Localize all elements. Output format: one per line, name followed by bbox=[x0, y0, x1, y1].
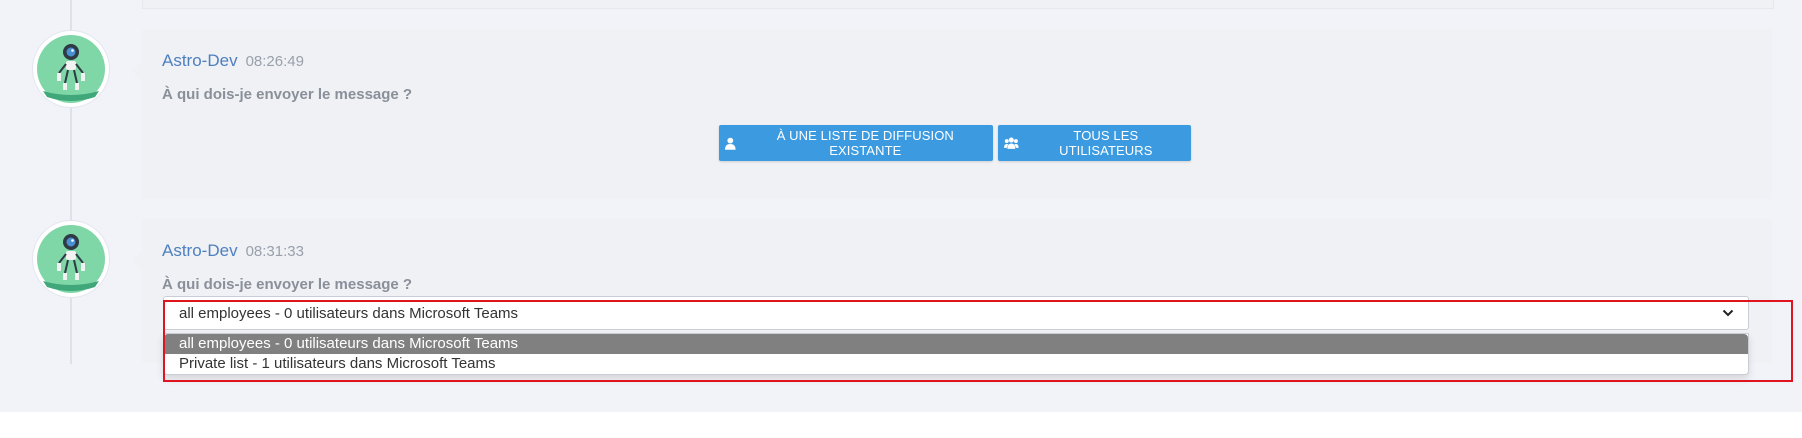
message-header: Astro-Dev 08:31:33 bbox=[162, 241, 304, 261]
message-time: 08:26:49 bbox=[245, 53, 304, 70]
previous-message-card bbox=[142, 0, 1774, 9]
message-header: Astro-Dev 08:26:49 bbox=[162, 51, 304, 71]
card-arrow bbox=[132, 61, 142, 81]
select-dropdown: all employees - 0 utilisateurs dans Micr… bbox=[163, 333, 1749, 375]
select-value: all employees - 0 utilisateurs dans Micr… bbox=[179, 305, 519, 322]
select-option[interactable]: Private list - 1 utilisateurs dans Micro… bbox=[164, 354, 1748, 374]
all-users-button[interactable]: TOUS LES UTILISATEURS bbox=[998, 125, 1191, 161]
existing-list-button[interactable]: À UNE LISTE DE DIFFUSION EXISTANTE bbox=[719, 125, 993, 161]
bot-message-card: Astro-Dev 08:26:49 À qui dois-je envoyer … bbox=[132, 29, 1772, 199]
chevron-down-icon bbox=[1722, 309, 1734, 317]
message-author: Astro-Dev bbox=[162, 241, 238, 260]
select-option[interactable]: all employees - 0 utilisateurs dans Micr… bbox=[164, 334, 1748, 354]
bot-avatar bbox=[33, 221, 109, 297]
card-arrow bbox=[132, 251, 142, 271]
users-icon bbox=[1004, 137, 1019, 149]
recipient-list-select[interactable]: all employees - 0 utilisateurs dans Micr… bbox=[163, 296, 1749, 330]
user-icon bbox=[725, 137, 736, 150]
message-text: À qui dois-je envoyer le message ? bbox=[162, 276, 413, 293]
message-author: Astro-Dev bbox=[162, 51, 238, 70]
robot-icon bbox=[37, 35, 105, 103]
bot-avatar bbox=[33, 31, 109, 107]
robot-icon bbox=[37, 225, 105, 293]
message-time: 08:31:33 bbox=[245, 243, 304, 260]
existing-list-button-label: À UNE LISTE DE DIFFUSION EXISTANTE bbox=[776, 128, 954, 158]
message-text: À qui dois-je envoyer le message ? bbox=[162, 86, 413, 103]
all-users-button-label: TOUS LES UTILISATEURS bbox=[1059, 128, 1153, 158]
